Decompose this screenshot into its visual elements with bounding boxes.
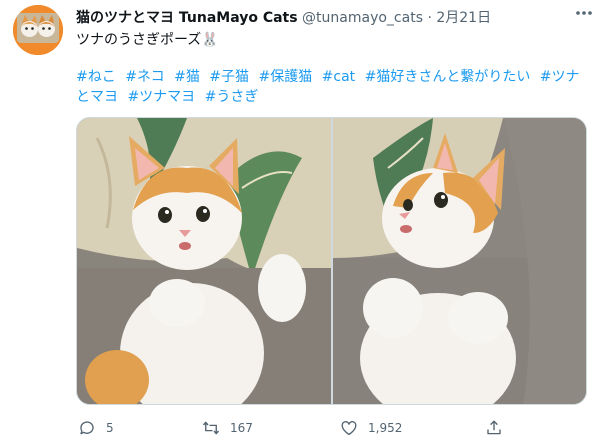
hashtag-link[interactable]: #ねこ xyxy=(76,69,116,85)
share-button[interactable] xyxy=(483,416,505,440)
photo-1[interactable] xyxy=(77,118,331,404)
more-icon[interactable] xyxy=(574,6,594,20)
user-handle[interactable]: @tunamayo_cats xyxy=(302,10,423,26)
tweet-text-body: ツナのうさぎポーズ xyxy=(76,32,202,48)
photo-2[interactable] xyxy=(333,118,586,404)
tweet-text: ツナのうさぎポーズ🐰 xyxy=(76,29,219,49)
hashtag-link[interactable]: #保護猫 xyxy=(258,69,312,85)
reply-count: 5 xyxy=(106,421,114,435)
tweet-date[interactable]: 2月21日 xyxy=(436,10,491,26)
retweet-count: 167 xyxy=(230,421,253,435)
reply-icon xyxy=(76,417,98,439)
hashtag-link[interactable]: #猫好きさんと繋がりたい xyxy=(365,69,531,85)
hashtag-link[interactable]: #ツナマヨ xyxy=(127,89,195,105)
avatar[interactable] xyxy=(13,5,63,55)
hashtag-link[interactable]: #ネコ xyxy=(125,69,164,85)
hashtag-link[interactable]: #うさぎ xyxy=(205,89,259,105)
retweet-button[interactable]: 167 xyxy=(200,416,253,440)
hashtag-link[interactable]: #cat xyxy=(322,69,356,85)
like-button[interactable]: 1,952 xyxy=(338,416,402,440)
media-grid xyxy=(76,117,587,405)
hashtag-list: #ねこ #ネコ #猫 #子猫 #保護猫 #cat #猫好きさんと繋がりたい #ツ… xyxy=(76,67,586,107)
action-bar: 5 167 1,952 xyxy=(76,416,596,440)
tweet-card[interactable]: 猫のツナとマヨ TunaMayo Cats @tunamayo_cats · 2… xyxy=(0,0,600,444)
like-icon xyxy=(338,417,360,439)
display-name[interactable]: 猫のツナとマヨ TunaMayo Cats xyxy=(76,10,298,26)
share-icon xyxy=(483,417,505,439)
separator-dot: · xyxy=(427,10,432,26)
like-count: 1,952 xyxy=(368,421,403,435)
reply-button[interactable]: 5 xyxy=(76,416,114,440)
hashtag-link[interactable]: #子猫 xyxy=(209,69,249,85)
rabbit-emoji: 🐰 xyxy=(201,32,219,48)
retweet-icon xyxy=(200,417,222,439)
hashtag-link[interactable]: #猫 xyxy=(174,69,200,85)
tweet-header: 猫のツナとマヨ TunaMayo Cats @tunamayo_cats · 2… xyxy=(76,7,584,27)
